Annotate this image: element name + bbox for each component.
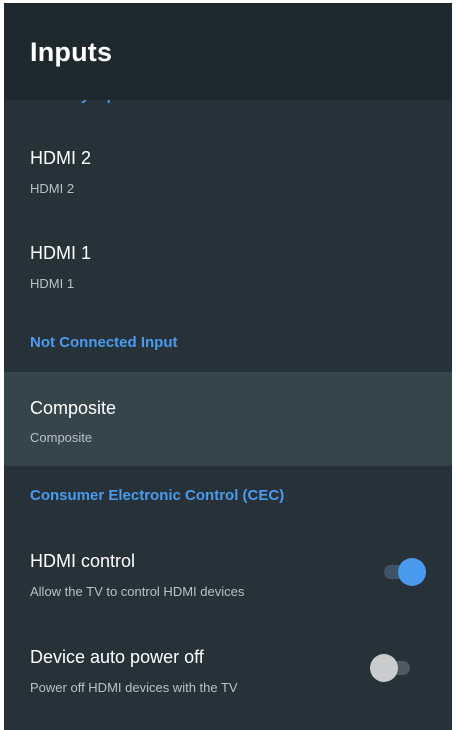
list-item-hdmi-control[interactable]: HDMI control Allow the TV to control HDM… bbox=[4, 531, 452, 611]
item-subtitle: HDMI 1 bbox=[30, 276, 75, 291]
list-item-composite[interactable]: Composite Composite bbox=[4, 372, 452, 466]
list-item-device-auto-power-off[interactable]: Device auto power off Power off HDMI dev… bbox=[4, 629, 452, 709]
page-title: Inputs bbox=[30, 37, 113, 67]
list-item-hdmi-1[interactable]: HDMI 1 HDMI 1 bbox=[4, 225, 452, 305]
item-title: HDMI 1 bbox=[30, 243, 92, 263]
item-subtitle: Power off HDMI devices with the TV bbox=[30, 680, 238, 695]
item-subtitle: Allow the TV to control HDMI devices bbox=[30, 584, 245, 599]
item-title: Device auto power off bbox=[30, 647, 204, 667]
inputs-settings-panel: Inputs Standby inputs HDMI 2 HDMI 2 HDMI… bbox=[4, 3, 452, 730]
list-item-hdmi-2[interactable]: HDMI 2 HDMI 2 bbox=[4, 131, 452, 211]
item-title: HDMI 2 bbox=[30, 148, 92, 168]
header: Inputs bbox=[4, 3, 452, 100]
item-subtitle: HDMI 2 bbox=[30, 181, 75, 196]
section-cec: Consumer Electronic Control (CEC) bbox=[30, 487, 285, 504]
section-not-connected-input: Not Connected Input bbox=[30, 334, 178, 351]
item-title: HDMI control bbox=[30, 551, 136, 571]
item-title: Composite bbox=[30, 398, 117, 418]
device-auto-power-off-toggle[interactable] bbox=[370, 654, 416, 682]
hdmi-control-toggle[interactable] bbox=[380, 558, 426, 586]
toggle-thumb bbox=[370, 654, 398, 682]
item-subtitle: Composite bbox=[30, 430, 93, 445]
toggle-thumb bbox=[398, 558, 426, 586]
